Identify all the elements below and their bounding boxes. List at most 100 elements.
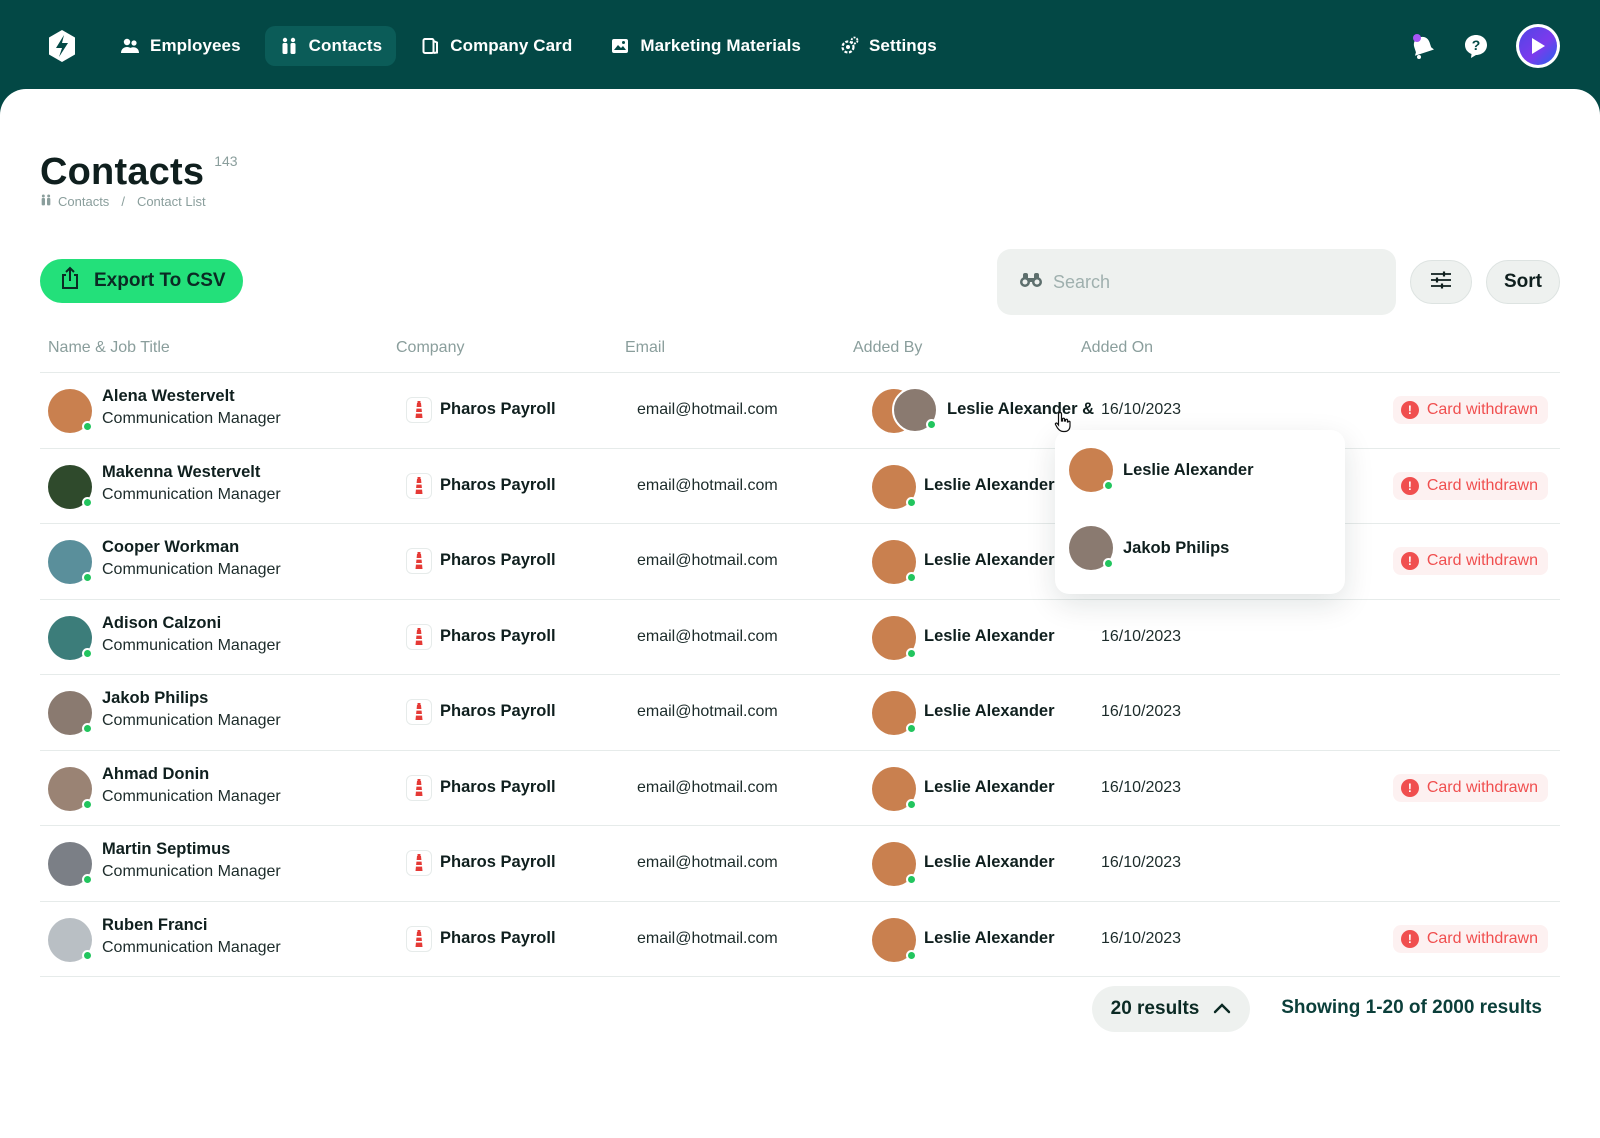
avatar [872, 540, 917, 584]
email[interactable]: email@hotmail.com [637, 477, 778, 495]
added-by[interactable]: Leslie Alexander [924, 551, 1055, 570]
alert-icon: ! [1400, 929, 1419, 948]
status-badge[interactable]: ! Card withdrawn [1392, 396, 1548, 424]
sort-button[interactable]: Sort [1486, 260, 1560, 304]
company-name: Pharos Payroll [440, 702, 556, 720]
added-by[interactable]: Leslie Alexander [924, 702, 1055, 721]
gear-icon [839, 36, 859, 56]
lighthouse-icon [406, 472, 432, 499]
avatar [48, 917, 93, 962]
lighthouse-icon [406, 699, 432, 725]
avatar [872, 464, 917, 509]
job-title: Communication Manager [102, 938, 281, 956]
popover-item[interactable]: Leslie Alexander [1069, 448, 1254, 492]
added-on: 16/10/2023 [1101, 627, 1182, 645]
table-row[interactable]: Ruben Franci Communication Manager Pharo… [40, 902, 1560, 977]
online-status-dot [82, 798, 93, 810]
pagination-summary: Showing 1-20 of 2000 results [1281, 997, 1542, 1018]
contact-name: Makenna Westervelt [102, 462, 261, 481]
table-header: Name & Job Title Company Email Added By … [40, 329, 1560, 373]
lighthouse-icon [406, 548, 432, 574]
status-badge[interactable]: ! Card withdrawn [1392, 471, 1548, 500]
column-added-on[interactable]: Added On [1081, 339, 1153, 357]
email[interactable]: email@hotmail.com [637, 930, 778, 948]
svg-text:?: ? [1472, 37, 1481, 53]
job-title: Communication Manager [102, 485, 281, 503]
image-icon [610, 36, 630, 56]
contact-name: Martin Septimus [102, 840, 231, 858]
added-by[interactable]: Leslie Alexander [924, 929, 1055, 948]
app-logo[interactable] [44, 28, 80, 64]
avatar [1069, 448, 1114, 492]
card-icon [420, 36, 440, 56]
company-name: Pharos Payroll [440, 400, 556, 418]
search-bar [997, 249, 1396, 315]
online-status-dot [906, 572, 917, 583]
help-icon[interactable]: ? [1462, 32, 1490, 60]
avatar [48, 615, 93, 660]
breadcrumb: Contacts / Contact List [40, 194, 206, 209]
column-added-by[interactable]: Added By [853, 339, 922, 357]
email[interactable]: email@hotmail.com [637, 628, 778, 646]
online-status-dot [906, 496, 917, 508]
filter-button[interactable] [1410, 260, 1472, 304]
added-by[interactable]: Leslie Alexander [924, 853, 1055, 872]
company-name: Pharos Payroll [440, 777, 556, 796]
nav-settings[interactable]: Settings [825, 26, 951, 66]
breadcrumb-separator: / [121, 194, 125, 209]
alert-icon: ! [1400, 401, 1419, 419]
email[interactable]: email@hotmail.com [637, 552, 778, 570]
notifications-icon[interactable] [1408, 32, 1436, 60]
avatar [48, 540, 93, 584]
alert-icon: ! [1400, 476, 1419, 495]
email[interactable]: email@hotmail.com [637, 854, 778, 872]
nav-employees[interactable]: Employees [106, 26, 255, 66]
breadcrumb-contacts[interactable]: Contacts [58, 194, 109, 209]
status-badge[interactable]: ! Card withdrawn [1392, 924, 1548, 953]
online-status-dot [1103, 480, 1114, 491]
avatar [1069, 526, 1114, 570]
added-by[interactable]: Leslie Alexander [924, 476, 1055, 495]
user-avatar[interactable] [1516, 24, 1560, 68]
nav-company-card[interactable]: Company Card [406, 26, 586, 66]
online-status-dot [1103, 558, 1114, 569]
avatar [48, 766, 93, 811]
results-per-page-dropdown[interactable]: 20 results [1092, 986, 1250, 1032]
added-on: 16/10/2023 [1101, 854, 1182, 871]
search-input[interactable] [1053, 271, 1373, 293]
email[interactable]: email@hotmail.com [637, 779, 778, 797]
contact-name: Cooper Workman [102, 538, 240, 556]
table-row[interactable]: Ahmad Donin Communication Manager Pharos… [40, 751, 1560, 826]
added-by[interactable]: Leslie Alexander [924, 778, 1055, 797]
job-title: Communication Manager [102, 561, 281, 578]
avatar [872, 842, 917, 886]
contact-name: Ruben Franci [102, 915, 208, 934]
email[interactable]: email@hotmail.com [637, 401, 778, 419]
column-email[interactable]: Email [625, 339, 665, 357]
contacts-icon [279, 36, 299, 56]
status-badge[interactable]: ! Card withdrawn [1392, 773, 1548, 802]
status-badge[interactable]: ! Card withdrawn [1392, 547, 1548, 575]
nav-contacts[interactable]: Contacts [264, 26, 397, 66]
table-row[interactable]: Adison Calzoni Communication Manager Pha… [40, 600, 1560, 675]
added-on: 16/10/2023 [1101, 401, 1182, 418]
online-status-dot [906, 647, 917, 659]
online-status-dot [906, 874, 917, 885]
online-status-dot [906, 723, 917, 734]
online-status-dot [82, 572, 93, 583]
popover-item[interactable]: Jakob Philips [1069, 526, 1229, 570]
contact-name: Adison Calzoni [102, 613, 222, 632]
online-status-dot [82, 949, 93, 961]
nav-marketing-materials[interactable]: Marketing Materials [596, 26, 815, 66]
avatar [48, 691, 93, 735]
job-title: Communication Manager [102, 636, 281, 654]
email[interactable]: email@hotmail.com [637, 703, 778, 721]
online-status-dot [906, 798, 917, 810]
export-csv-button[interactable]: Export To CSV [40, 259, 243, 303]
table-row[interactable]: Martin Septimus Communication Manager Ph… [40, 826, 1560, 902]
added-by[interactable]: Leslie Alexander [924, 627, 1055, 646]
column-name[interactable]: Name & Job Title [48, 339, 170, 357]
column-company[interactable]: Company [396, 339, 464, 357]
table-row[interactable]: Jakob Philips Communication Manager Phar… [40, 675, 1560, 751]
company-name: Pharos Payroll [440, 626, 556, 645]
